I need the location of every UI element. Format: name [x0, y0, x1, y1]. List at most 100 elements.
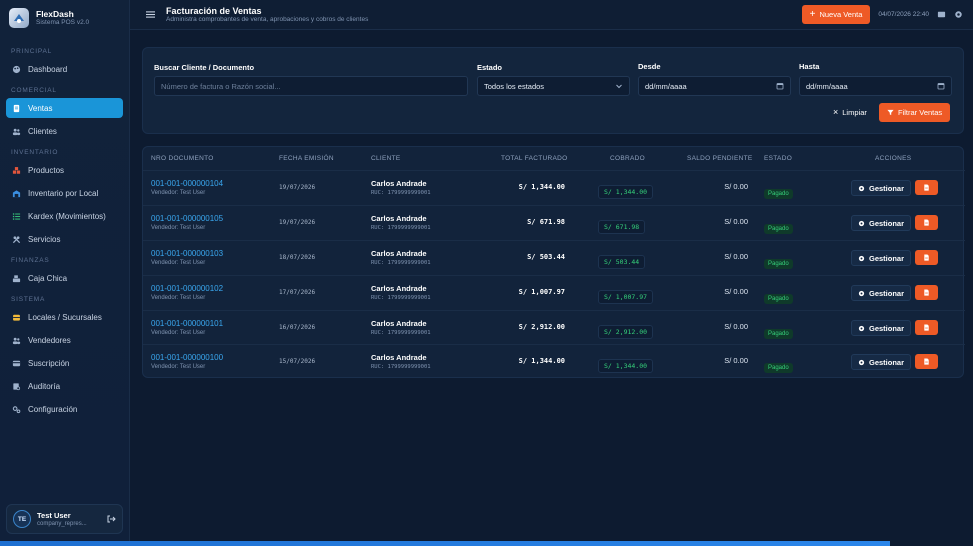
pdf-button[interactable]	[915, 215, 938, 230]
manage-button[interactable]: Gestionar	[851, 285, 912, 301]
building-icon	[12, 313, 21, 322]
manage-button[interactable]: Gestionar	[851, 320, 912, 336]
manage-label: Gestionar	[869, 253, 905, 263]
sidebar-item-ventas[interactable]: Ventas	[6, 98, 123, 118]
hamburger-menu-icon[interactable]	[146, 10, 155, 19]
sidebar-item-inventario-local[interactable]: Inventario por Local	[6, 183, 123, 203]
table-row[interactable]: 001-001-000000101 Vendedor: Test User 16/0…	[143, 310, 965, 344]
logout-icon[interactable]	[106, 514, 116, 524]
search-input[interactable]	[154, 76, 468, 96]
column-header-total: TOTAL FACTURADO	[501, 155, 568, 162]
column-header-paid: COBRADO	[610, 155, 645, 162]
clear-filters-button[interactable]: × Limpiar	[827, 103, 873, 121]
invoice-number-link[interactable]: 001-001-000000105	[151, 214, 223, 224]
screen-icon[interactable]	[937, 10, 946, 19]
paid-amount-cell: S/ 1,344.00	[598, 355, 654, 373]
paid-amount-cell: S/ 2,912.00	[598, 321, 654, 339]
new-sale-label: Nueva Venta	[819, 10, 863, 19]
pdf-button-wrap	[915, 354, 938, 369]
sidebar-item-label: Dashboard	[28, 64, 68, 74]
status-select[interactable]: Todos los estados	[477, 76, 630, 96]
manage-button[interactable]: Gestionar	[851, 215, 912, 231]
user-card[interactable]: TE Test User company_repres...	[6, 504, 123, 534]
doc-cell: 001-001-000000104 Vendedor: Test User	[151, 179, 223, 198]
sidebar-item-dashboard[interactable]: Dashboard	[6, 59, 123, 79]
manage-button[interactable]: Gestionar	[851, 180, 912, 196]
manage-button[interactable]: Gestionar	[851, 250, 912, 266]
top-header: Facturación de Ventas Administra comprob…	[130, 0, 973, 30]
sidebar-item-kardex[interactable]: Kardex (Movimientos)	[6, 206, 123, 226]
paid-amount-cell: S/ 1,007.97	[598, 286, 654, 304]
paid-amount: S/ 1,007.97	[598, 290, 654, 304]
sidebar-item-caja-chica[interactable]: Caja Chica	[6, 268, 123, 288]
sidebar-item-locales[interactable]: Locales / Sucursales	[6, 307, 123, 327]
section-comercial: COMERCIAL	[11, 87, 57, 94]
pending-balance: S/ 0.00	[724, 182, 748, 191]
pdf-button-wrap	[915, 180, 938, 195]
to-label: Hasta	[799, 62, 820, 71]
invoice-number-link[interactable]: 001-001-000000102	[151, 284, 223, 294]
client-ruc: RUC: 1799999999001	[371, 225, 431, 231]
paid-amount: S/ 1,344.00	[598, 185, 654, 199]
gear-icon	[858, 255, 865, 261]
client-cell: Carlos Andrade RUC: 1799999999001	[371, 284, 431, 302]
manage-button[interactable]: Gestionar	[851, 354, 912, 370]
client-name: Carlos Andrade	[371, 284, 427, 293]
sidebar-item-clientes[interactable]: Clientes	[6, 121, 123, 141]
to-date-input[interactable]: dd/mm/aaaa	[799, 76, 952, 96]
pdf-button-wrap	[915, 250, 938, 265]
sidebar-item-productos[interactable]: Productos	[6, 160, 123, 180]
issue-date: 19/07/2026	[279, 219, 316, 226]
manage-label: Gestionar	[869, 183, 905, 193]
table-row[interactable]: 001-001-000000103 Vendedor: Test User 18/0…	[143, 240, 965, 274]
sidebar-item-suscripcion[interactable]: Suscripción	[6, 353, 123, 373]
paid-amount: S/ 1,344.00	[598, 359, 654, 373]
calendar-icon[interactable]	[937, 82, 945, 90]
invoice-number-link[interactable]: 001-001-000000103	[151, 249, 223, 259]
page-title: Facturación de Ventas	[166, 5, 262, 16]
invoice-number-link[interactable]: 001-001-000000100	[151, 353, 223, 363]
sidebar-item-label: Caja Chica	[28, 273, 68, 283]
total-invoiced: S/ 1,007.97	[518, 288, 565, 296]
client-cell: Carlos Andrade RUC: 1799999999001	[371, 214, 431, 232]
invoice-number-link[interactable]: 001-001-000000104	[151, 179, 223, 189]
pdf-button[interactable]	[915, 285, 938, 300]
calendar-icon[interactable]	[776, 82, 784, 90]
pdf-button-wrap	[915, 285, 938, 300]
pdf-file-icon	[924, 324, 929, 331]
gear-icon	[858, 185, 865, 191]
plus-icon: +	[809, 8, 816, 20]
gear-icon[interactable]	[954, 10, 963, 19]
total-invoiced: S/ 671.98	[527, 218, 565, 226]
status-badge: Pagado	[764, 189, 793, 199]
brand[interactable]: FlexDash Sistema POS v2.0	[0, 0, 129, 36]
invoice-number-link[interactable]: 001-001-000000101	[151, 319, 223, 329]
pdf-button[interactable]	[915, 180, 938, 195]
pdf-file-icon	[924, 184, 929, 191]
section-finanzas: FINANZAS	[11, 257, 50, 264]
table-row[interactable]: 001-001-000000102 Vendedor: Test User 17/0…	[143, 275, 965, 309]
pending-balance: S/ 0.00	[724, 217, 748, 226]
seller-label: Vendedor: Test User	[151, 330, 206, 336]
filter-sales-button[interactable]: Filtrar Ventas	[879, 103, 951, 122]
sidebar-item-servicios[interactable]: Servicios	[6, 229, 123, 249]
pdf-button[interactable]	[915, 354, 938, 369]
sidebar-item-vendedores[interactable]: Vendedores	[6, 330, 123, 350]
client-ruc: RUC: 1799999999001	[371, 364, 431, 370]
status-badge: Pagado	[764, 224, 793, 234]
table-row[interactable]: 001-001-000000105 Vendedor: Test User 19/0…	[143, 205, 965, 239]
pdf-button-wrap	[915, 320, 938, 335]
total-invoiced: S/ 1,344.00	[518, 357, 565, 365]
table-row[interactable]: 001-001-000000100 Vendedor: Test User 15/0…	[143, 344, 965, 378]
list-icon	[12, 212, 21, 221]
pdf-button[interactable]	[915, 250, 938, 265]
table-row[interactable]: 001-001-000000104 Vendedor: Test User 19/0…	[143, 170, 965, 204]
pdf-button[interactable]	[915, 320, 938, 335]
sidebar-item-auditoria[interactable]: Auditoría	[6, 376, 123, 396]
status-badge: Pagado	[764, 363, 793, 373]
from-date-input[interactable]: dd/mm/aaaa	[638, 76, 791, 96]
sidebar-item-configuracion[interactable]: Configuración	[6, 399, 123, 419]
seller-label: Vendedor: Test User	[151, 295, 206, 301]
new-sale-button[interactable]: + Nueva Venta	[801, 5, 871, 24]
manage-button-wrap: Gestionar	[851, 285, 912, 301]
